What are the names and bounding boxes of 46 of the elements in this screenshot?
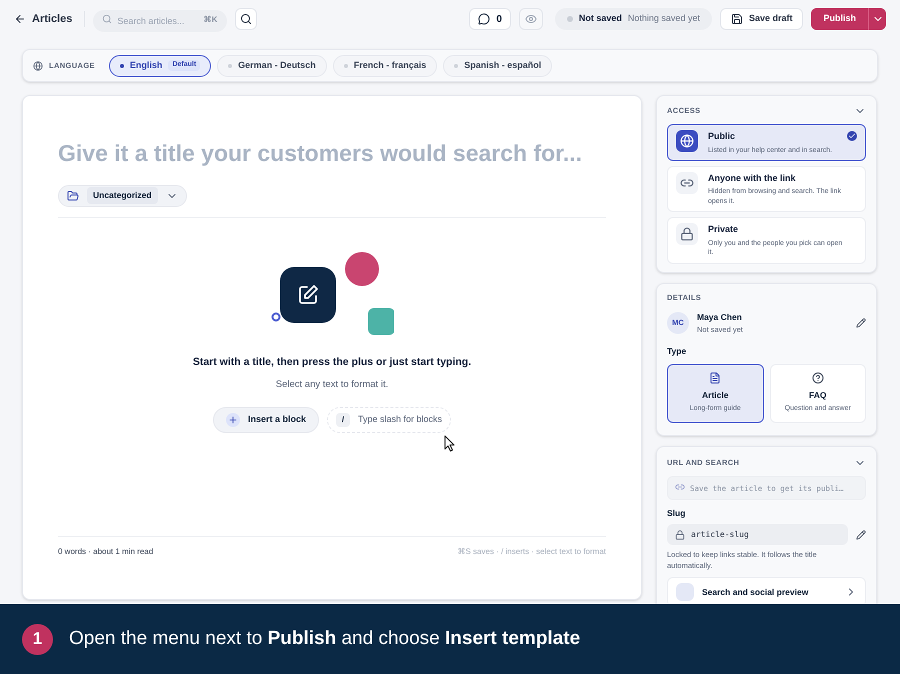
search-button[interactable] bbox=[235, 8, 258, 30]
empty-state-hint: Select any text to format it. bbox=[274, 378, 390, 392]
shortcut-hint: ⌘K bbox=[204, 14, 218, 26]
type-label: Type bbox=[667, 344, 688, 358]
check-icon bbox=[847, 131, 857, 141]
arrow-left-icon bbox=[14, 13, 26, 25]
insert-block-button[interactable]: Insert a block bbox=[212, 406, 319, 432]
language-tab[interactable]: French - français bbox=[332, 54, 438, 76]
lock-icon bbox=[675, 530, 685, 540]
empty-state-heading: Start with a title, then press the plus or just start typing. bbox=[192, 354, 472, 370]
shortcut-tips: ⌘S saves · / inserts · select text to format bbox=[458, 546, 606, 558]
slug-field[interactable]: article-slug bbox=[667, 524, 848, 546]
comment-icon bbox=[478, 13, 490, 25]
tip-text: Open the menu next to Publish and choose Insert template bbox=[69, 626, 580, 651]
globe-icon bbox=[33, 60, 43, 70]
eye-icon bbox=[524, 13, 537, 25]
slash-key: / bbox=[336, 412, 350, 426]
language-tab[interactable]: German - Deutsch bbox=[217, 54, 327, 76]
plus-icon bbox=[226, 412, 240, 426]
link-icon bbox=[675, 482, 685, 492]
save-icon bbox=[730, 13, 743, 25]
word-count: 0 words · about 1 min read bbox=[58, 546, 154, 558]
back-link[interactable]: Articles bbox=[14, 10, 86, 28]
category-select[interactable]: Uncategorized bbox=[58, 184, 187, 206]
save-status: Not saved Nothing saved yet bbox=[554, 8, 712, 30]
search-icon bbox=[240, 13, 252, 25]
preview-link-card[interactable]: Search and social preview bbox=[667, 577, 866, 604]
edit-icon[interactable] bbox=[856, 318, 866, 328]
publish-menu-button[interactable] bbox=[868, 8, 886, 30]
language-tab[interactable]: Spanish - español bbox=[443, 54, 552, 76]
comments-button[interactable]: 0 bbox=[469, 8, 511, 30]
lock-icon bbox=[676, 223, 698, 246]
search-icon bbox=[102, 14, 112, 24]
step-number: 1 bbox=[22, 624, 53, 654]
slash-hint: Type slash for blocks bbox=[358, 412, 442, 426]
save-draft-button[interactable]: Save draft bbox=[720, 8, 804, 30]
question-icon bbox=[812, 372, 824, 384]
preview-icon bbox=[676, 583, 694, 602]
edit-icon[interactable] bbox=[856, 530, 866, 540]
author-name: Maya Chen bbox=[697, 310, 743, 324]
link-icon bbox=[676, 172, 698, 194]
globe-icon bbox=[676, 130, 698, 152]
slug-label: Slug bbox=[667, 506, 686, 520]
document-icon bbox=[709, 372, 722, 384]
mouse-cursor-icon bbox=[444, 434, 456, 452]
folder-icon bbox=[67, 190, 79, 202]
